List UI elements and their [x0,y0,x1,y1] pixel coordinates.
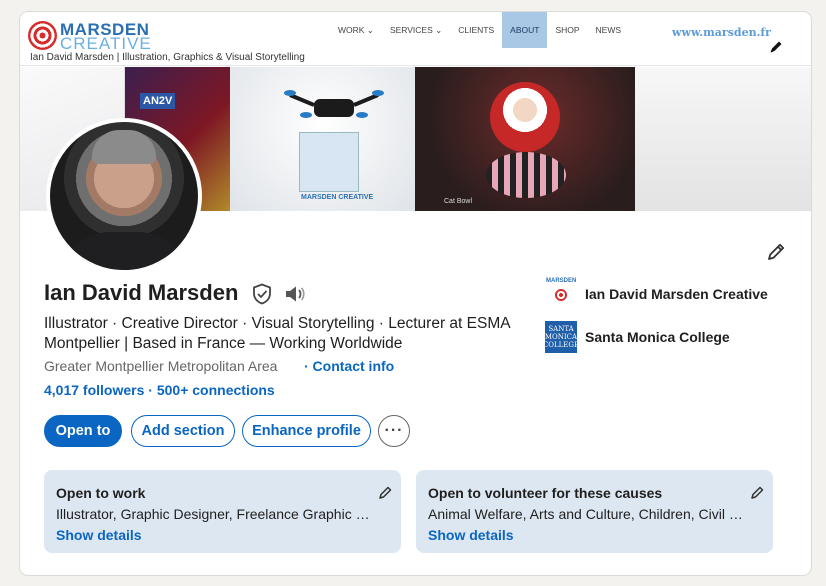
banner-nav-news: NEWS [595,25,622,35]
org-item-marsden-creative[interactable]: MARSDEN Ian David Marsden Creative [545,278,768,310]
avatar-shirt [60,232,188,270]
profile-headline: Illustrator · Creative Director · Visual… [44,315,510,352]
banner-nav-work: WORK ⌄ [338,25,374,35]
drone-illustration [284,90,384,118]
open-to-work-text: Illustrator, Graphic Designer, Freelance… [56,506,376,522]
open-to-volunteer-show-details[interactable]: Show details [428,527,514,543]
connections-link[interactable]: 500+ connections [157,382,275,398]
open-to-button[interactable]: Open to [44,415,122,447]
open-to-work-panel: Open to work Illustrator, Graphic Design… [44,470,401,553]
marsden-logo-target [553,287,569,303]
profile-network-stats: 4,017 followers · 500+ connections [44,382,275,398]
banner-nav: WORK ⌄ SERVICES ⌄ CLIENTS ABOUT SHOP NEW… [330,12,629,48]
banner-tagline: Ian David Marsden | Illustration, Graphi… [30,52,305,63]
followers-link[interactable]: 4,017 followers [44,382,144,398]
more-actions-button[interactable]: ··· [378,415,410,447]
edit-open-to-volunteer-pencil-icon[interactable] [749,485,765,501]
verified-shield-icon[interactable] [252,283,272,305]
banner-nav-clients: CLIENTS [458,25,495,35]
open-to-volunteer-title: Open to volunteer for these causes [428,485,663,501]
enhance-profile-button[interactable]: Enhance profile [242,415,371,447]
cat-bowl-illustration [486,152,566,198]
banner-nav-shop: SHOP [555,25,580,35]
avatar-photo [50,122,198,270]
avatar-hair [92,130,156,164]
org-item-santa-monica-college[interactable]: SANTA MONICA COLLEGE Santa Monica Colleg… [543,321,730,353]
marsden-logo-target-icon [28,21,57,50]
box-label: MARSDEN CREATIVE [301,194,374,201]
banner-site-header: MARSDEN CREATIVE Ian David Marsden | Ill… [20,12,811,66]
org-name-smc: Santa Monica College [585,329,730,345]
open-to-volunteer-text: Animal Welfare, Arts and Culture, Childr… [428,506,748,522]
open-to-work-show-details[interactable]: Show details [56,527,142,543]
drone-box-illustration [299,132,359,192]
profile-card: MARSDEN CREATIVE Ian David Marsden | Ill… [19,11,812,576]
banner-art-pages [635,67,811,211]
santa-illustration [490,82,560,152]
banner-nav-about: ABOUT [502,12,548,48]
edit-intro-pencil-icon[interactable] [765,241,787,263]
banner-nav-services: SERVICES ⌄ [389,25,443,35]
profile-location: Greater Montpellier Metropolitan Area [44,358,278,374]
marsden-creative-logo-icon: MARSDEN [545,278,577,310]
org-name-marsden: Ian David Marsden Creative [585,286,768,302]
edit-banner-pencil-icon[interactable] [768,39,784,55]
profile-avatar[interactable] [46,118,202,274]
santa-monica-college-logo-icon: SANTA MONICA COLLEGE [543,321,579,353]
banner-logo-line2: CREATIVE [60,34,152,53]
add-section-button[interactable]: Add section [131,415,235,447]
cat-bowl-label: Cat Bowl [444,198,473,205]
stats-separator: · [144,382,157,398]
banner-url: www.marsden.fr [672,26,771,39]
open-to-work-title: Open to work [56,485,146,501]
speaker-icon[interactable] [284,285,306,303]
banner-an2v-badge: AN2V [140,93,176,109]
marsden-logo-text: MARSDEN [546,278,577,284]
contact-info-link[interactable]: · Contact info [304,358,394,374]
open-to-volunteer-panel: Open to volunteer for these causes Anima… [416,470,773,553]
edit-open-to-work-pencil-icon[interactable] [377,485,393,501]
profile-name: Ian David Marsden [44,280,239,305]
